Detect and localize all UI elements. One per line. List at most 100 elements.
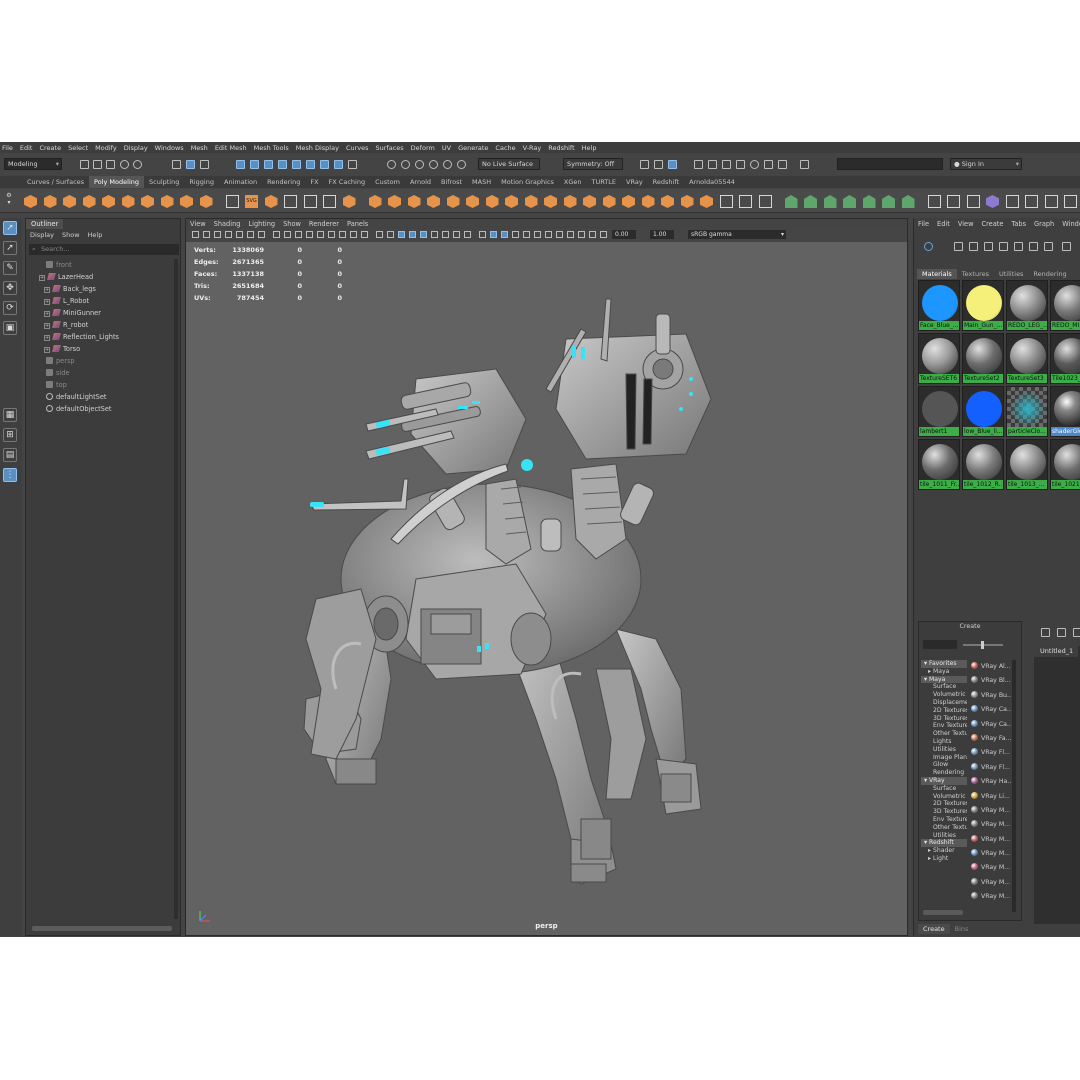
create-category-env-textures[interactable]: Env Textures (921, 722, 967, 730)
expand-icon[interactable]: + (44, 335, 50, 341)
material-swatch[interactable]: TextureSet2 (962, 333, 1004, 384)
paint-select-icon[interactable]: ✎ (3, 261, 17, 275)
outliner-item-back-legs[interactable]: + Back_legs (44, 283, 96, 295)
shelf-tool-icon[interactable] (323, 195, 336, 208)
shelf-tool-icon[interactable] (388, 195, 401, 208)
outliner-item-torso[interactable]: + Torso (44, 343, 80, 355)
redo-icon[interactable] (133, 160, 142, 169)
shelf-tool-icon[interactable] (284, 195, 297, 208)
shelf-tool-icon[interactable] (505, 195, 518, 208)
create-category-other-textures[interactable]: Other Textures (921, 824, 967, 832)
outliner-item-side[interactable]: side (46, 367, 70, 379)
input-ops-icon[interactable] (640, 160, 649, 169)
menu-cache[interactable]: Cache (495, 144, 515, 152)
outliner-item-front[interactable]: front (46, 259, 72, 271)
menu-help[interactable]: Help (582, 144, 597, 152)
make-live-icon[interactable] (457, 160, 466, 169)
outliner-item-r-robot[interactable]: + R_robot (44, 319, 88, 331)
outliner-menu-show[interactable]: Show (62, 230, 80, 240)
construction-history-icon[interactable] (654, 160, 663, 169)
shelf-tool-icon[interactable] (1064, 195, 1077, 208)
material-swatch[interactable]: tile_1013_... (1006, 439, 1048, 490)
shelf-tool-icon[interactable] (63, 195, 76, 208)
shelf-tool-icon[interactable] (719, 195, 733, 208)
select-component-icon[interactable] (200, 160, 209, 169)
create-category-volumetric[interactable]: Volumetric (921, 793, 967, 801)
render-sequence-icon[interactable] (750, 160, 759, 169)
shelf-tab-arnold[interactable]: Arnold (405, 176, 436, 188)
outliner-layout-icon[interactable]: ▤ (3, 448, 17, 462)
outliner-horizontal-scrollbar[interactable] (32, 926, 172, 931)
render-settings-icon[interactable] (708, 160, 717, 169)
shelf-tool-icon[interactable] (882, 195, 895, 208)
hypershade-menu-tabs[interactable]: Tabs (1011, 218, 1026, 230)
shelf-tab-fx-caching[interactable]: FX Caching (324, 176, 371, 188)
shelf-tab-mash[interactable]: MASH (467, 176, 496, 188)
create-node-item[interactable]: VRay M... (971, 833, 1011, 847)
shelf-tool-icon[interactable] (1005, 195, 1019, 208)
material-swatch[interactable]: Face_Blue_... (918, 280, 960, 331)
ipr-render-icon[interactable] (722, 160, 731, 169)
menuset-dropdown[interactable]: Modeling ▾ (4, 158, 62, 170)
shelf-tab-curves-surfaces[interactable]: Curves / Surfaces (22, 176, 89, 188)
shelf-tab-custom[interactable]: Custom (370, 176, 405, 188)
create-category-utilities[interactable]: Utilities (921, 746, 967, 754)
shelf-tool-icon[interactable] (121, 195, 135, 208)
outliner-item-top[interactable]: top (46, 379, 67, 391)
create-category-glow[interactable]: Glow (921, 761, 967, 769)
shelf-tool-icon[interactable] (225, 195, 239, 208)
menu-curves[interactable]: Curves (346, 144, 369, 152)
shelf-tool-icon[interactable] (947, 195, 960, 208)
shelf-tab-fx[interactable]: FX (305, 176, 323, 188)
menu-mesh-tools[interactable]: Mesh Tools (254, 144, 289, 152)
shelf-tool-icon[interactable] (966, 195, 980, 208)
outliner-search-input[interactable]: ⌕ Search... (29, 244, 179, 255)
expand-icon[interactable]: + (44, 323, 50, 329)
menu-generate[interactable]: Generate (458, 144, 488, 152)
shelf-tab-xgen[interactable]: XGen (559, 176, 587, 188)
hypershade-menu-graph[interactable]: Graph (1034, 218, 1054, 230)
shelf-tool-icon[interactable] (544, 195, 557, 208)
create-node-item[interactable]: VRay M... (971, 804, 1011, 818)
shelf-tool-icon[interactable] (160, 195, 174, 208)
shelf-tool-icon[interactable] (986, 195, 999, 208)
material-swatch[interactable]: TextureSET6 (918, 333, 960, 384)
live-surface-field[interactable]: No Live Surface (478, 158, 540, 170)
hypershade-menu-edit[interactable]: Edit (937, 218, 950, 230)
select-joints-icon[interactable] (250, 160, 259, 169)
shelf-tool-icon[interactable] (264, 195, 278, 208)
graph-materials-icon[interactable] (924, 242, 933, 251)
create-node-item[interactable]: VRay M... (971, 818, 1011, 832)
outliner-item-defaultlightset[interactable]: defaultLightSet (46, 391, 106, 403)
expand-icon[interactable]: + (44, 311, 50, 317)
highlight-selection-icon[interactable] (348, 160, 357, 169)
hypershade-menu-window[interactable]: Window (1062, 218, 1080, 230)
create-category-lights[interactable]: Lights (921, 738, 967, 746)
expand-icon[interactable]: + (44, 287, 50, 293)
create-category-surface[interactable]: Surface (921, 683, 967, 691)
create-node-item[interactable]: VRay Fl... (971, 761, 1011, 775)
shelf-tool-icon[interactable] (466, 195, 479, 208)
shelf-tool-icon[interactable] (82, 195, 96, 208)
create-category-env-textures[interactable]: Env Textures (921, 816, 967, 824)
shelf-tool-icon[interactable] (1025, 195, 1038, 208)
graph-network-icon[interactable] (1041, 628, 1050, 637)
sort-by-type-icon[interactable] (999, 242, 1008, 251)
shelf-tool-icon[interactable] (602, 195, 616, 208)
hypershade-menu-view[interactable]: View (958, 218, 974, 230)
shelf-tab-poly-modeling[interactable]: Poly Modeling (89, 176, 144, 188)
outliner-menu-help[interactable]: Help (88, 230, 103, 240)
create-category-image-planes[interactable]: Image Planes (921, 754, 967, 762)
shelf-tab-arnolda05544[interactable]: Arnolda05544 (684, 176, 740, 188)
shelf-tab-redshift[interactable]: Redshift (648, 176, 684, 188)
create-category-light[interactable]: ▸ Light (921, 855, 967, 863)
menu-modify[interactable]: Modify (95, 144, 117, 152)
outliner-item-persp[interactable]: persp (46, 355, 75, 367)
create-category-3d-textures[interactable]: 3D Textures (921, 715, 967, 723)
material-swatch[interactable]: Tile1023_D... (1050, 333, 1080, 384)
custom-layout-icon[interactable]: ⋮ (3, 468, 17, 482)
shelf-tool-icon[interactable] (43, 195, 57, 208)
select-deformations-icon[interactable] (292, 160, 301, 169)
move-tool-icon[interactable]: ✥ (3, 281, 17, 295)
vray-ipr-icon[interactable] (778, 160, 787, 169)
